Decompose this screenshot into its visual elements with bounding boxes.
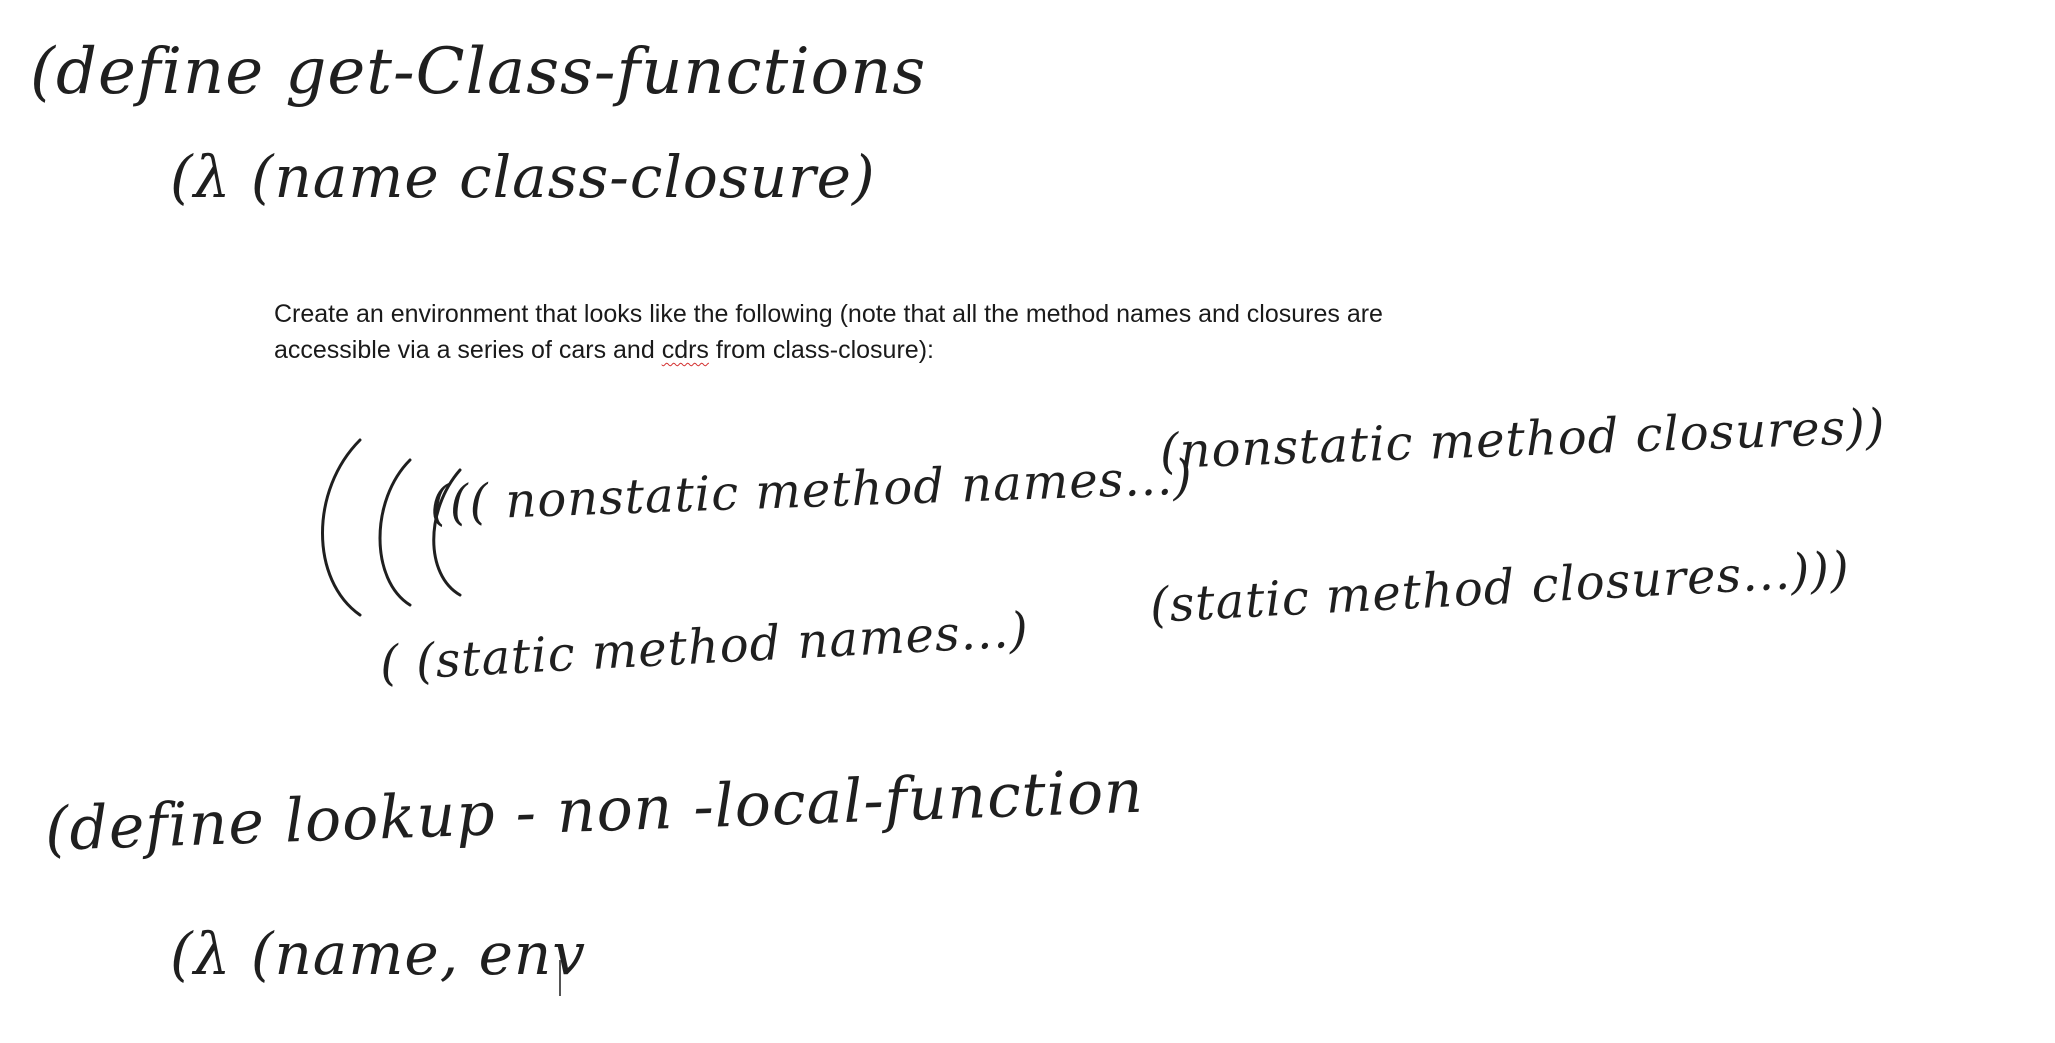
handwritten-lambda-name-env: (λ (name, env — [170, 920, 587, 988]
instruction-text: Create an environment that looks like th… — [274, 296, 1574, 368]
handwritten-static-method-names: ( (static method names...) — [378, 602, 1031, 692]
handwritten-static-method-closures: (static method closures...))) — [1148, 541, 1852, 634]
handwritten-nonstatic-method-names: ((( nonstatic method names...) — [429, 449, 1194, 532]
misspelled-word-cdrs: cdrs — [661, 336, 709, 364]
instruction-line-2-end: from class-closure): — [708, 336, 934, 364]
instruction-line-2: accessible via a series of cars and cdrs… — [274, 332, 1574, 368]
paren-stroke-1 — [321, 438, 362, 617]
handwritten-define-lookup-non-local-function: (define lookup - non -local-function — [43, 756, 1145, 865]
instruction-line-2-start: accessible via a series of cars and — [274, 336, 662, 364]
handwritten-define-get-class-functions: (define get-Class-functions — [30, 35, 927, 109]
paren-stroke-2 — [378, 458, 412, 607]
text-cursor — [559, 960, 561, 996]
handwritten-nonstatic-method-closures: (nonstatic method closures)) — [1159, 398, 1887, 480]
instruction-line-1: Create an environment that looks like th… — [274, 300, 1383, 328]
handwritten-lambda-name-class-closure: (λ (name class-closure) — [170, 143, 876, 211]
